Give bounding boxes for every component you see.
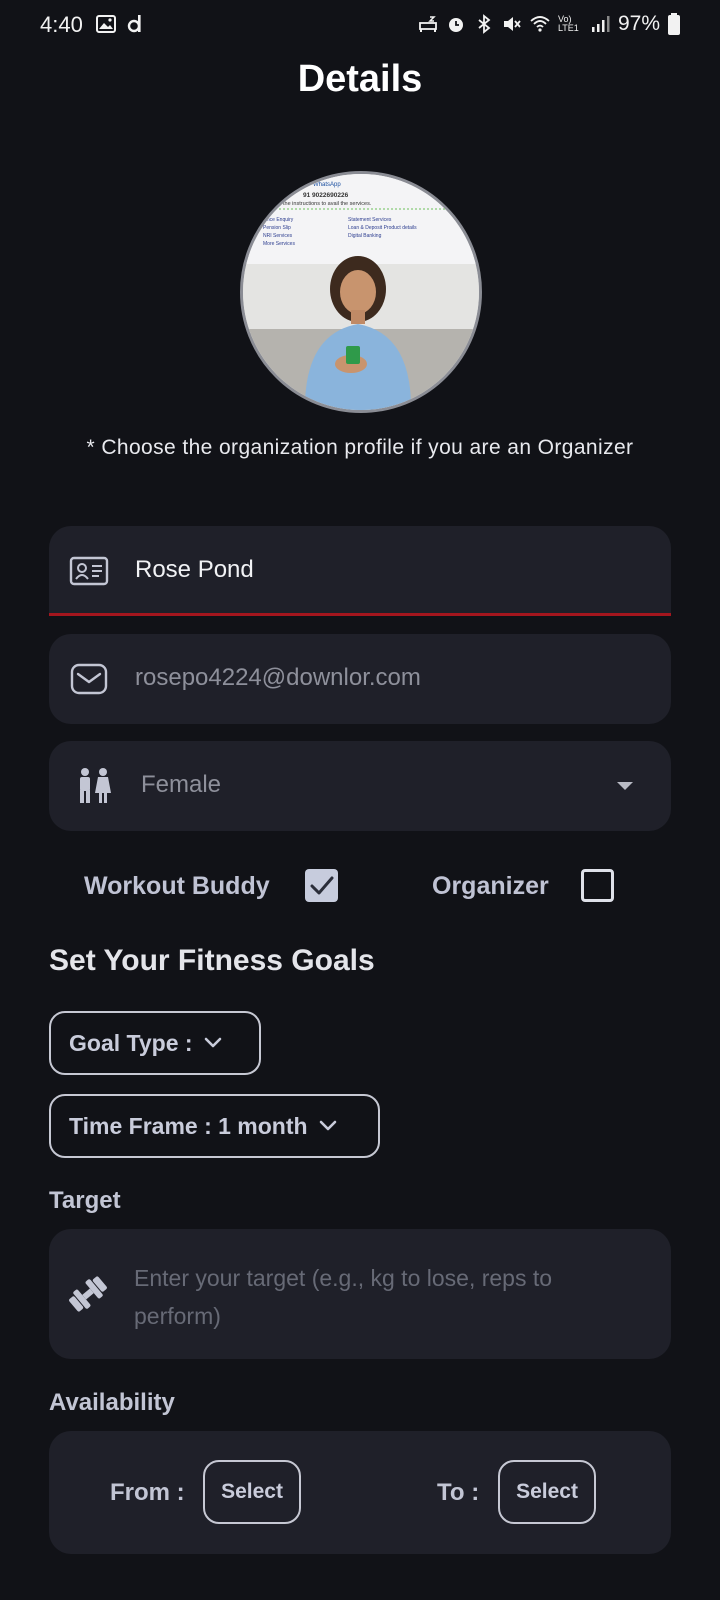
target-placeholder: Enter your target (e.g., kg to lose, rep…	[134, 1265, 553, 1329]
svg-text:Loan & Deposit Product details: Loan & Deposit Product details	[348, 225, 417, 231]
gender-value: Female	[141, 771, 222, 798]
notification-icons	[96, 14, 146, 34]
alarm-icon	[448, 18, 463, 32]
workout-buddy-checkbox[interactable]	[305, 869, 338, 902]
caret-down-icon	[617, 782, 633, 790]
to-select-button[interactable]: Select	[498, 1460, 596, 1524]
email-value: rosepo4224@downlor.com	[135, 664, 421, 691]
app-d-icon	[127, 15, 141, 33]
status-time: 4:40	[40, 12, 83, 37]
svg-text:Statement Services: Statement Services	[348, 217, 392, 223]
status-bar: 4:40 Vo) LTE1 97%	[0, 0, 720, 50]
volte-indicator: Vo) LTE1	[557, 14, 579, 33]
battery-percent: 97%	[617, 12, 660, 35]
organizer-label: Organizer	[432, 872, 549, 900]
availability-label: Availability	[49, 1389, 175, 1416]
from-label: From :	[110, 1479, 185, 1506]
people-icon	[80, 768, 111, 803]
target-input[interactable]: Enter your target (e.g., kg to lose, rep…	[49, 1229, 671, 1359]
svg-text:91 9022690226: 91 9022690226	[303, 192, 349, 199]
poster-header-text: WhatsApp	[313, 182, 341, 188]
email-field[interactable]: rosepo4224@downlor.com	[49, 634, 671, 724]
details-screen: 4:40 Vo) LTE1 97% Details WhatsApp 91 90…	[0, 0, 720, 1600]
target-label: Target	[49, 1187, 121, 1214]
organizer-checkbox[interactable]	[581, 869, 614, 902]
name-value: Rose Pond	[135, 556, 254, 583]
organizer-hint: * Choose the organization profile if you…	[86, 436, 634, 459]
signal-icon	[591, 16, 610, 32]
goal-type-dropdown[interactable]: Goal Type :	[49, 1011, 261, 1075]
profile-photo: WhatsApp 91 9022690226 the instructions …	[243, 174, 479, 410]
svg-text:NRI Services: NRI Services	[263, 233, 293, 239]
time-frame-label: Time Frame : 1 month	[69, 1112, 308, 1139]
from-select-button[interactable]: Select	[203, 1460, 301, 1524]
gender-dropdown[interactable]: Female	[49, 741, 671, 831]
bluetooth-icon	[478, 14, 491, 34]
name-field[interactable]: Rose Pond	[49, 526, 671, 614]
svg-text:More Services: More Services	[263, 241, 295, 247]
page-title: Details	[297, 58, 423, 100]
role-selector: Workout Buddy Organizer	[0, 866, 720, 906]
wifi-icon	[530, 16, 550, 32]
workout-buddy-label: Workout Buddy	[84, 872, 270, 900]
chevron-down-icon	[204, 1037, 221, 1048]
id-card-icon	[69, 556, 109, 586]
mail-icon	[70, 663, 108, 695]
checkmark-icon	[310, 876, 334, 895]
svg-text:the instructions to avail the: the instructions to avail the services.	[283, 201, 372, 207]
name-field-underline	[49, 613, 671, 616]
gallery-icon	[96, 15, 116, 33]
svg-text:Digital Banking: Digital Banking	[348, 233, 382, 239]
battery-icon	[668, 13, 680, 35]
svg-text:Pension Slip: Pension Slip	[263, 225, 291, 231]
system-icons: Vo) LTE1 97%	[418, 12, 680, 36]
sleep-mode-icon	[419, 16, 437, 32]
time-frame-dropdown[interactable]: Time Frame : 1 month	[49, 1094, 380, 1158]
availability-panel: From : Select To : Select	[49, 1431, 671, 1554]
fitness-goals-title: Set Your Fitness Goals	[49, 944, 375, 977]
to-label: To :	[437, 1479, 480, 1506]
svg-text:lance Enquiry: lance Enquiry	[263, 217, 294, 223]
chevron-down-icon	[319, 1120, 336, 1131]
profile-avatar[interactable]: WhatsApp 91 9022690226 the instructions …	[240, 171, 482, 413]
mute-icon	[503, 17, 521, 31]
dumbbell-icon	[69, 1276, 107, 1312]
goal-type-label: Goal Type :	[69, 1029, 193, 1056]
